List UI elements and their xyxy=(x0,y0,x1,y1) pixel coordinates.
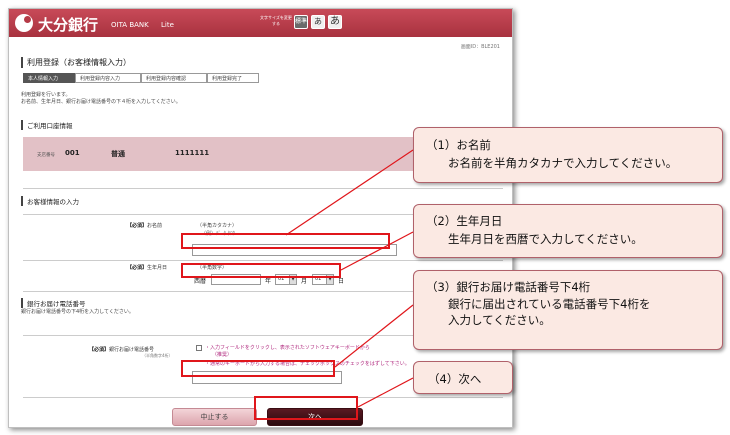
page-title: 利用登録（お客様情報入力） xyxy=(21,57,131,68)
keyboard-note-recommended: （推奨） xyxy=(212,352,233,358)
phone-section-heading: 銀行お届け電話番号 xyxy=(21,298,86,308)
step-3: 利用登録内容確認 xyxy=(141,73,207,83)
step-4: 利用登録完了 xyxy=(207,73,259,83)
callout-body: お名前を半角カタカナで入力してください。 xyxy=(448,156,678,170)
callout-title: （4）次へ xyxy=(428,372,482,386)
divider xyxy=(23,260,503,261)
branch-label: 支店番号 xyxy=(37,153,55,158)
phone-description: 銀行お届け電話番号の下4桁を入力してください。 xyxy=(21,309,134,315)
divider xyxy=(23,188,503,189)
name-field-label: 【必須】お名前 xyxy=(127,222,162,229)
bank-name: 大分銀行 xyxy=(38,16,99,34)
phone-highlight-box xyxy=(181,360,335,377)
callout-phone: （3）銀行お届け電話番号下4桁 銀行に届出されている電話番号下4桁を 入力してくだ… xyxy=(413,270,723,350)
bank-logo-icon xyxy=(15,14,33,32)
screen-id: 画面ID：BLE201 xyxy=(460,44,500,50)
phone-sub-label: （半角数字4桁） xyxy=(142,353,173,358)
text-size-large-button[interactable]: あ xyxy=(328,15,342,29)
callout-body: 生年月日を西暦で入力してください。 xyxy=(448,232,643,246)
keyboard-note: ・入力フィールドをクリックし、表示されたソフトウェアキーボードから xyxy=(205,345,370,351)
header-bar: 大分銀行 OITA BANK Lite 文字サイズを変更する 標準 あ あ xyxy=(9,9,512,37)
name-label: お名前 xyxy=(147,223,163,229)
next-highlight-box xyxy=(254,396,358,420)
account-section-heading: ご利用口座情報 xyxy=(21,120,73,130)
birth-label: 生年月日 xyxy=(147,265,168,271)
callout-body: 銀行に届出されている電話番号下4桁を 入力してください。 xyxy=(448,296,650,328)
customer-section-heading: お客様情報の入力 xyxy=(21,196,79,206)
callout-body-line: 銀行に届出されている電話番号下4桁を xyxy=(448,297,651,311)
name-hint: （半角カタカナ） xyxy=(197,223,238,229)
text-size-label: 文字サイズを変更する xyxy=(260,15,292,26)
bank-name-en: OITA BANK xyxy=(111,21,149,29)
intro-text: お名前、生年月日、銀行お届け電話番号の下４桁を入力してください。 xyxy=(21,99,181,105)
required-tag: 【必須】 xyxy=(127,265,148,271)
birth-field-label: 【必須】生年月日 xyxy=(127,264,167,271)
callout-birthdate: （2）生年月日 生年月日を西暦で入力してください。 xyxy=(413,204,723,258)
callout-next: （4）次へ xyxy=(413,361,513,394)
callout-title: （3）銀行お届け電話番号下4桁 xyxy=(426,280,591,294)
text-size-standard-button[interactable]: 標準 xyxy=(294,15,308,29)
required-tag: 【必須】 xyxy=(89,347,110,353)
step-2: 利用登録内容入力 xyxy=(75,73,141,83)
required-tag: 【必須】 xyxy=(127,223,148,229)
account-number: 1111111 xyxy=(175,149,210,157)
text-size-medium-button[interactable]: あ xyxy=(311,15,325,29)
branch-number: 001 xyxy=(65,149,80,157)
callout-title: （1）お名前 xyxy=(426,138,491,152)
callout-body-line: 入力してください。 xyxy=(448,313,551,327)
account-type: 普通 xyxy=(111,150,125,158)
birth-highlight-box xyxy=(181,263,341,278)
callout-name: （1）お名前 お名前を半角カタカナで入力してください。 xyxy=(413,127,723,183)
software-keyboard-checkbox[interactable] xyxy=(196,345,202,351)
name-highlight-box xyxy=(181,233,390,249)
lite-label: Lite xyxy=(161,21,174,29)
phone-field-label: 【必須】銀行お届け電話番号 xyxy=(89,346,154,353)
intro-text: 利用登録を行います。 xyxy=(21,92,71,98)
callout-title: （2）生年月日 xyxy=(426,214,503,228)
cancel-button[interactable]: 中止する xyxy=(172,408,257,426)
step-1: 本人情報入力 xyxy=(23,73,75,83)
